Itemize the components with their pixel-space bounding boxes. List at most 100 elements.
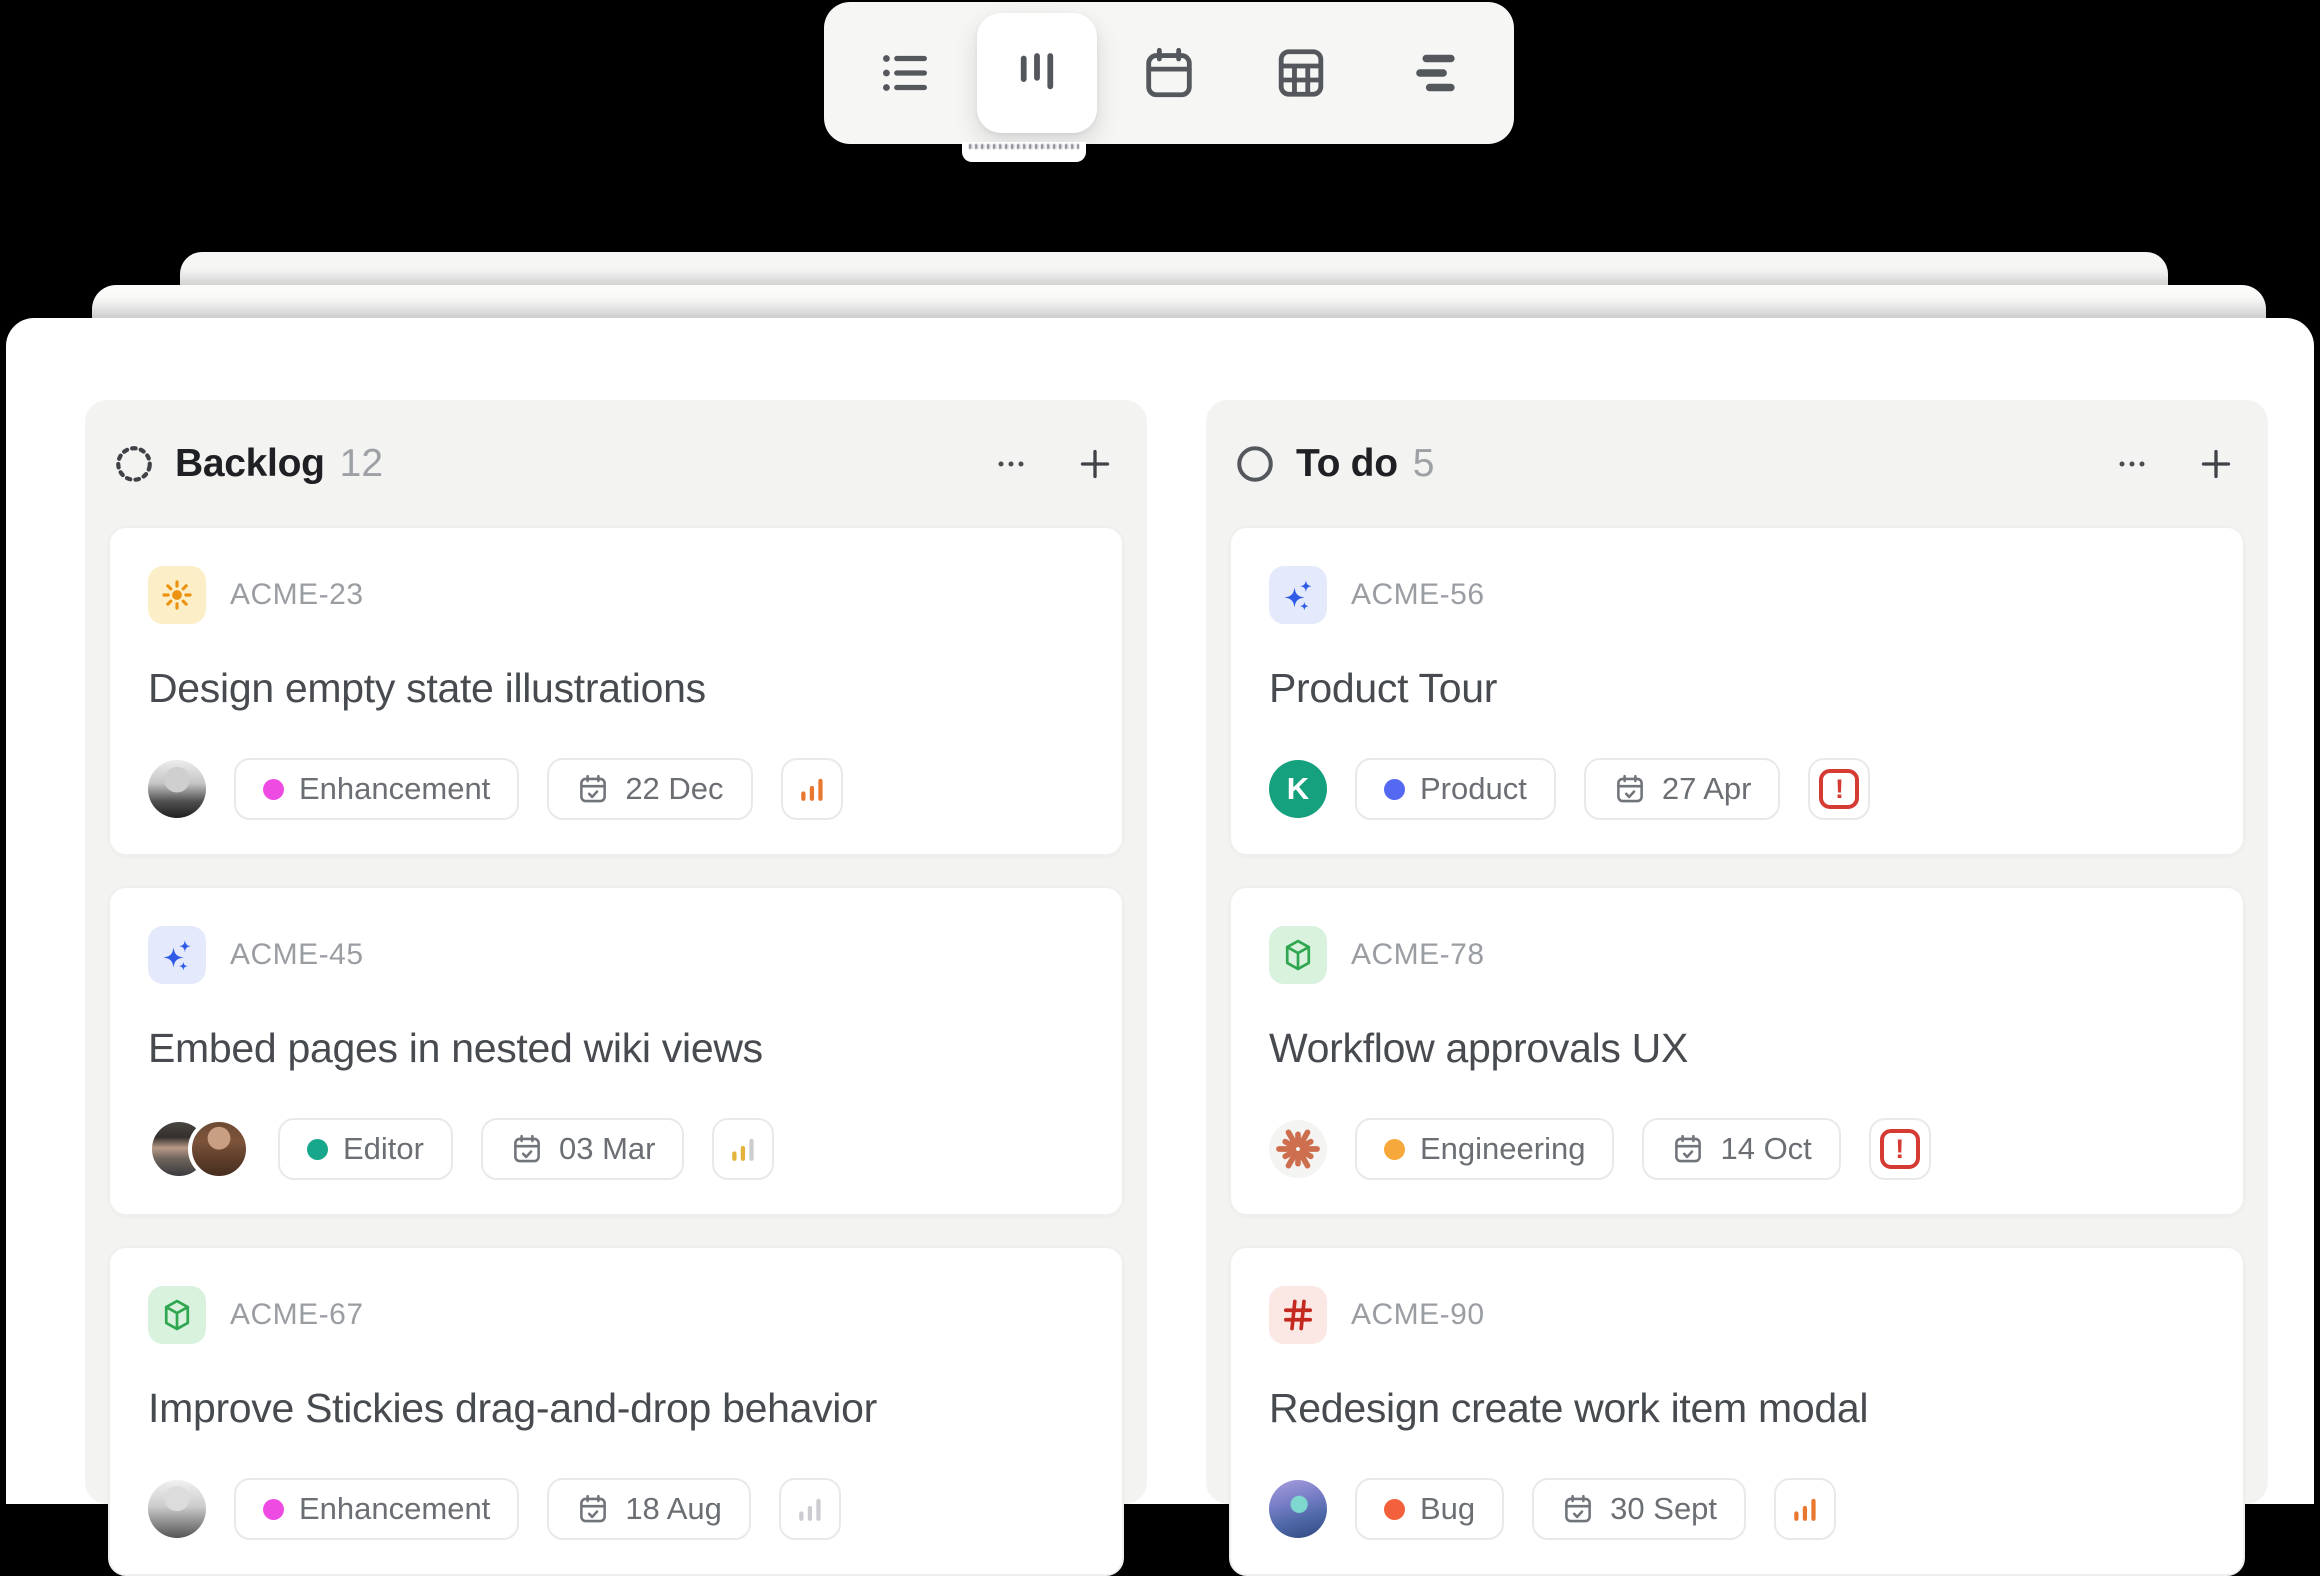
due-date-pill[interactable]: 22 Dec (547, 758, 752, 820)
card-id: ACME-67 (230, 1298, 364, 1332)
board-view-button[interactable] (1008, 44, 1066, 102)
label-dot (263, 779, 284, 800)
label-dot (1384, 1139, 1405, 1160)
column-add-button[interactable] (1073, 442, 1117, 486)
label-text: Enhancement (299, 771, 490, 807)
card-id: ACME-45 (230, 938, 364, 972)
due-date-pill[interactable]: 03 Mar (481, 1118, 684, 1180)
card-title: Redesign create work item modal (1269, 1384, 1868, 1432)
table-icon (1272, 44, 1330, 102)
due-date-text: 03 Mar (559, 1131, 655, 1167)
card-id: ACME-78 (1351, 938, 1485, 972)
card-acme-90[interactable]: ACME-90 Redesign create work item modal … (1229, 1246, 2245, 1576)
priority-pill-urgent[interactable]: ! (1869, 1118, 1931, 1180)
label-pill[interactable]: Editor (278, 1118, 453, 1180)
card-id: ACME-90 (1351, 1298, 1485, 1332)
label-pill[interactable]: Enhancement (234, 1478, 519, 1540)
due-date-text: 22 Dec (625, 771, 723, 807)
table-view-button[interactable] (1272, 44, 1330, 102)
assignee-avatar-initial[interactable]: K (1269, 760, 1327, 818)
card-list: ACME-56 Product Tour K Product (1229, 526, 2245, 1576)
exclamation-icon: ! (1819, 769, 1859, 809)
priority-pill-low[interactable] (779, 1478, 841, 1540)
column-add-button[interactable] (2194, 442, 2238, 486)
priority-pill-high[interactable] (781, 758, 843, 820)
due-date-text: 30 Sept (1610, 1491, 1717, 1527)
calendar-check-icon (576, 1492, 610, 1526)
card-footer: Enhancement 22 Dec (148, 757, 843, 821)
calendar-check-icon (576, 772, 610, 806)
list-view-button[interactable] (876, 44, 934, 102)
label-pill[interactable]: Enhancement (234, 758, 519, 820)
card-acme-56[interactable]: ACME-56 Product Tour K Product (1229, 526, 2245, 856)
sun-icon (148, 566, 206, 624)
assignee-avatar[interactable] (1269, 1480, 1327, 1538)
bar-chart-icon (724, 1130, 762, 1168)
plus-icon (1075, 444, 1115, 484)
card-id: ACME-56 (1351, 578, 1485, 612)
assignee-avatar-logo[interactable] (1269, 1120, 1327, 1178)
assignee-avatar[interactable] (148, 760, 206, 818)
plus-icon (2196, 444, 2236, 484)
cube-icon (1269, 926, 1327, 984)
calendar-check-icon (1613, 772, 1647, 806)
column-count: 5 (1413, 442, 1435, 486)
view-switcher-toolbar (824, 2, 1514, 144)
exclamation-icon: ! (1880, 1129, 1920, 1169)
card-list: ACME-23 Design empty state illustrations… (108, 526, 1124, 1576)
card-title: Design empty state illustrations (148, 664, 706, 712)
card-footer: Editor 03 Mar (148, 1117, 774, 1181)
card-title: Workflow approvals UX (1269, 1024, 1688, 1072)
column-count: 12 (340, 442, 383, 486)
due-date-pill[interactable]: 18 Aug (547, 1478, 751, 1540)
card-acme-45[interactable]: ACME-45 Embed pages in nested wiki views… (108, 886, 1124, 1216)
column-header: Backlog 12 (113, 436, 1117, 492)
column-more-button[interactable] (2110, 442, 2154, 486)
label-pill[interactable]: Engineering (1355, 1118, 1614, 1180)
bar-chart-icon (793, 770, 831, 808)
feed-icon (1404, 44, 1462, 102)
priority-pill-high[interactable] (1774, 1478, 1836, 1540)
due-date-pill[interactable]: 27 Apr (1584, 758, 1781, 820)
due-date-text: 18 Aug (625, 1491, 722, 1527)
priority-pill-medium[interactable] (712, 1118, 774, 1180)
label-dot (263, 1499, 284, 1520)
column-more-button[interactable] (989, 442, 1033, 486)
assignee-avatar (188, 1118, 250, 1180)
calendar-check-icon (1671, 1132, 1705, 1166)
label-pill[interactable]: Product (1355, 758, 1556, 820)
list-icon (876, 44, 934, 102)
label-text: Bug (1420, 1491, 1475, 1527)
dashed-circle-icon (113, 443, 155, 485)
card-id: ACME-23 (230, 578, 364, 612)
calendar-view-button[interactable] (1140, 44, 1198, 102)
label-text: Product (1420, 771, 1527, 807)
card-footer: Bug 30 Sept (1269, 1477, 1836, 1541)
assignee-avatar[interactable] (148, 1480, 206, 1538)
column-backlog: Backlog 12 (85, 400, 1147, 1504)
card-acme-23[interactable]: ACME-23 Design empty state illustrations… (108, 526, 1124, 856)
due-date-text: 14 Oct (1720, 1131, 1811, 1167)
column-title: Backlog (175, 442, 325, 486)
column-title: To do (1296, 442, 1398, 486)
due-date-pill[interactable]: 14 Oct (1642, 1118, 1840, 1180)
card-title: Improve Stickies drag-and-drop behavior (148, 1384, 877, 1432)
cube-icon (148, 1286, 206, 1344)
hash-icon (1269, 1286, 1327, 1344)
sparkles-icon (148, 926, 206, 984)
ellipsis-icon (991, 444, 1031, 484)
feed-view-button[interactable] (1404, 44, 1462, 102)
assignee-avatars[interactable] (148, 1118, 250, 1180)
starburst-icon (1272, 1123, 1324, 1175)
label-pill[interactable]: Bug (1355, 1478, 1504, 1540)
card-footer: K Product 27 Apr ! (1269, 757, 1870, 821)
label-dot (1384, 779, 1405, 800)
due-date-pill[interactable]: 30 Sept (1532, 1478, 1746, 1540)
ellipsis-icon (2112, 444, 2152, 484)
sparkles-icon (1269, 566, 1327, 624)
card-acme-67[interactable]: ACME-67 Improve Stickies drag-and-drop b… (108, 1246, 1124, 1576)
calendar-check-icon (1561, 1492, 1595, 1526)
label-text: Engineering (1420, 1131, 1585, 1167)
card-acme-78[interactable]: ACME-78 Workflow approvals UX E (1229, 886, 2245, 1216)
priority-pill-urgent[interactable]: ! (1808, 758, 1870, 820)
